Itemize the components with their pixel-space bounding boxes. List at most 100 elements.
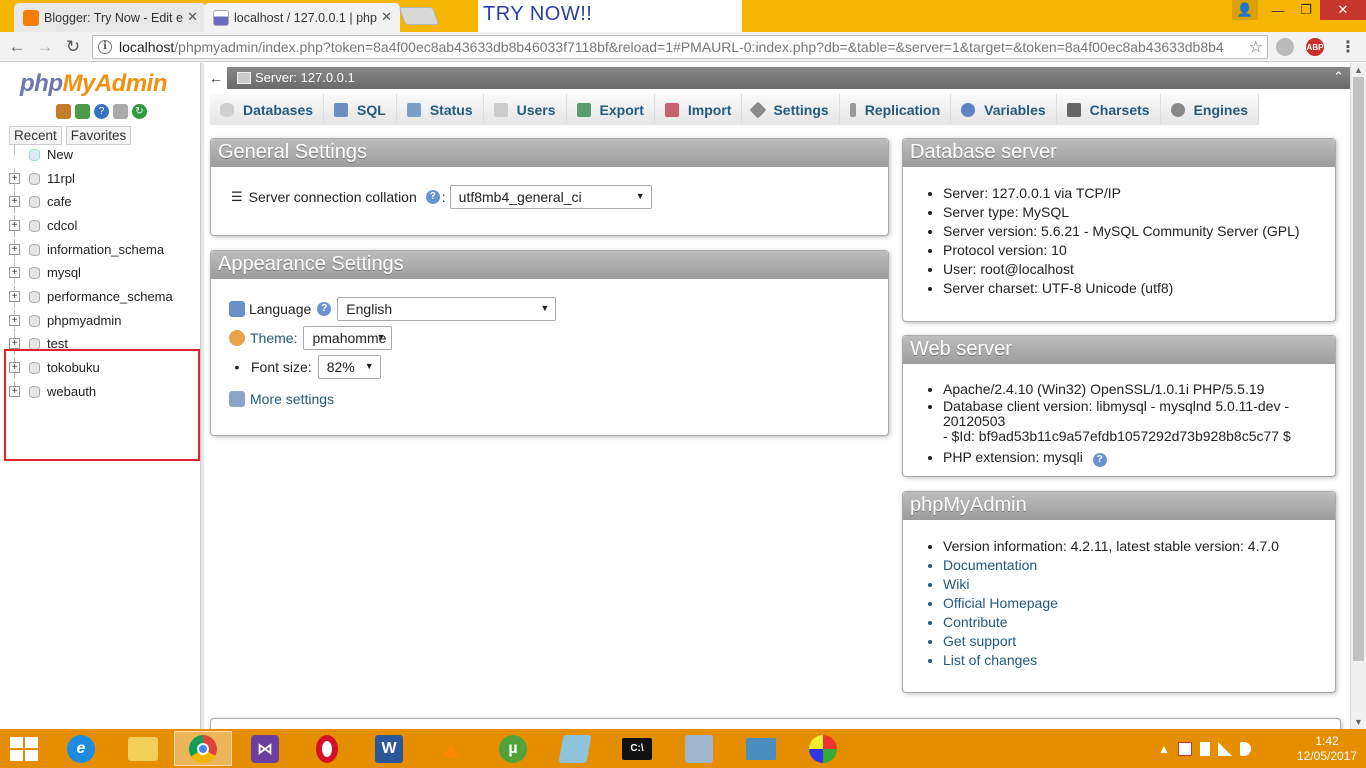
database-item[interactable]: + cdcol [0,215,200,237]
windows-start-button[interactable] [10,737,38,761]
tab-engines[interactable]: Engines [1160,94,1260,125]
address-bar[interactable]: i localhost/phpmyadmin/index.php?token=8… [92,35,1268,59]
documentation-link[interactable]: Documentation [943,556,1279,575]
database-item[interactable]: + information_schema [0,239,200,261]
visual-studio-icon[interactable]: ⋈ [236,731,294,766]
tab-status[interactable]: Status [396,94,484,125]
documentation-icon[interactable] [113,104,128,119]
chrome-icon[interactable] [174,731,232,766]
expand-icon[interactable]: + [9,244,20,255]
tab-charsets[interactable]: Charsets [1056,94,1161,125]
close-window-button[interactable]: ✕ [1320,0,1366,20]
browser-menu-icon[interactable]: ⋮ [1338,38,1358,56]
panel-resizer[interactable] [200,63,204,729]
reload-button[interactable]: ↻ [62,37,84,57]
expand-icon[interactable]: + [9,173,20,184]
browser-tab-phpmyadmin[interactable]: localhost / 127.0.0.1 | php ✕ [204,3,400,32]
clock[interactable]: 1:42 12/05/2017 [1292,734,1362,764]
forward-button[interactable]: → [34,37,56,57]
close-tab-icon[interactable]: ✕ [187,9,198,25]
tab-export[interactable]: Export [566,94,655,125]
back-button[interactable]: ← [6,37,28,57]
file-explorer-icon[interactable] [114,731,172,766]
bookmark-star-icon[interactable]: ☆ [1249,37,1263,57]
collation-select[interactable]: utf8mb4_general_ci ▼ [449,185,652,209]
tab-settings[interactable]: Settings [742,94,840,125]
tab-databases[interactable]: Databases [210,94,325,125]
ie-icon[interactable]: e [52,731,110,766]
database-item[interactable]: + performance_schema [0,286,200,308]
expand-icon[interactable]: + [9,315,20,326]
help-icon[interactable]: ? [317,302,332,316]
info-icon[interactable]: i [98,40,112,54]
recent-favorites-tabs: Recent Favorites [9,126,132,145]
expand-icon[interactable]: + [9,220,20,231]
close-tab-icon[interactable]: ✕ [381,9,392,25]
expand-icon[interactable]: + [9,291,20,302]
help-icon[interactable]: ? [1092,453,1107,467]
reload-navigation-icon[interactable]: ↻ [132,104,147,119]
database-item[interactable]: + 11rpl [0,168,200,190]
battery-icon[interactable] [1199,741,1210,756]
browser-tab-blogger[interactable]: Blogger: Try Now - Edit e ✕ [14,3,206,32]
official-homepage-link[interactable]: Official Homepage [943,594,1279,613]
minimize-button[interactable]: — [1264,0,1292,20]
maximize-button[interactable]: ❐ [1292,0,1320,20]
vlc-icon[interactable]: ▲ [422,731,480,766]
more-settings-link[interactable]: More settings [250,391,334,407]
list-item: Server type: MySQL [943,203,1300,222]
word-icon[interactable]: W [360,731,418,766]
server-breadcrumb[interactable]: Server: 127.0.0.1 [255,70,355,85]
favorites-tab[interactable]: Favorites [65,126,132,145]
paint-icon[interactable] [794,731,852,766]
network-icon[interactable] [1217,741,1232,756]
database-item[interactable]: + cafe [0,191,200,213]
adblock-icon[interactable]: ABP [1306,38,1324,56]
scroll-down-icon[interactable]: ▼ [1354,717,1363,727]
show-hidden-icons[interactable]: ▲ [1158,742,1170,756]
notebook-icon[interactable] [546,731,604,766]
page-scrollbar[interactable]: ▲ ▼ [1350,63,1366,729]
user-icon[interactable]: 👤 [1232,0,1258,20]
help-icon[interactable]: ? [425,190,440,204]
contribute-link[interactable]: Contribute [943,613,1279,632]
logout-icon[interactable] [75,104,90,119]
perfmon-icon[interactable] [670,731,728,766]
collapse-navigation-button[interactable]: ← [205,67,227,89]
fontsize-select[interactable]: 82% ▼ [317,355,381,379]
scrollbar-thumb[interactable] [1353,77,1364,661]
list-of-changes-link[interactable]: List of changes [943,651,1279,670]
expand-icon[interactable]: + [9,267,20,278]
tab-import[interactable]: Import [654,94,743,125]
theme-select[interactable]: pmahomme ▼ [303,326,393,350]
wiki-link[interactable]: Wiki [943,575,1279,594]
photos-icon[interactable] [732,731,790,766]
action-center-icon[interactable] [1177,741,1192,756]
expand-icon[interactable]: + [9,338,20,349]
tab-variables[interactable]: Variables [951,94,1057,125]
recent-tab[interactable]: Recent [9,126,62,145]
new-database-item[interactable]: New [0,144,200,166]
database-item[interactable]: + mysql [0,262,200,284]
collapse-top-menu-icon[interactable]: ⌃ [1333,69,1344,85]
get-support-link[interactable]: Get support [943,632,1279,651]
scroll-up-icon[interactable]: ▲ [1354,65,1363,75]
help-icon[interactable]: ? [94,104,109,119]
cmd-icon[interactable]: C:\ [608,731,666,766]
language-select[interactable]: English ▼ [337,297,557,321]
new-tab-button[interactable] [398,7,440,25]
tab-users[interactable]: Users [483,94,567,125]
theme-link[interactable]: Theme: [250,330,297,346]
utorrent-icon[interactable]: µ [484,731,542,766]
extension-icon[interactable] [1276,38,1294,56]
phpmyadmin-logo[interactable]: phpMyAdmin [20,70,168,98]
opera-icon[interactable] [298,731,356,766]
chevron-down-icon: ▼ [540,303,550,313]
chevron-down-icon: ▼ [364,361,374,371]
expand-icon[interactable]: + [9,196,20,207]
tab-replication[interactable]: Replication [839,94,952,125]
tab-sql[interactable]: SQL [324,94,397,125]
volume-icon[interactable] [1239,741,1251,756]
home-icon[interactable] [56,104,71,119]
database-item[interactable]: + phpmyadmin [0,310,200,332]
